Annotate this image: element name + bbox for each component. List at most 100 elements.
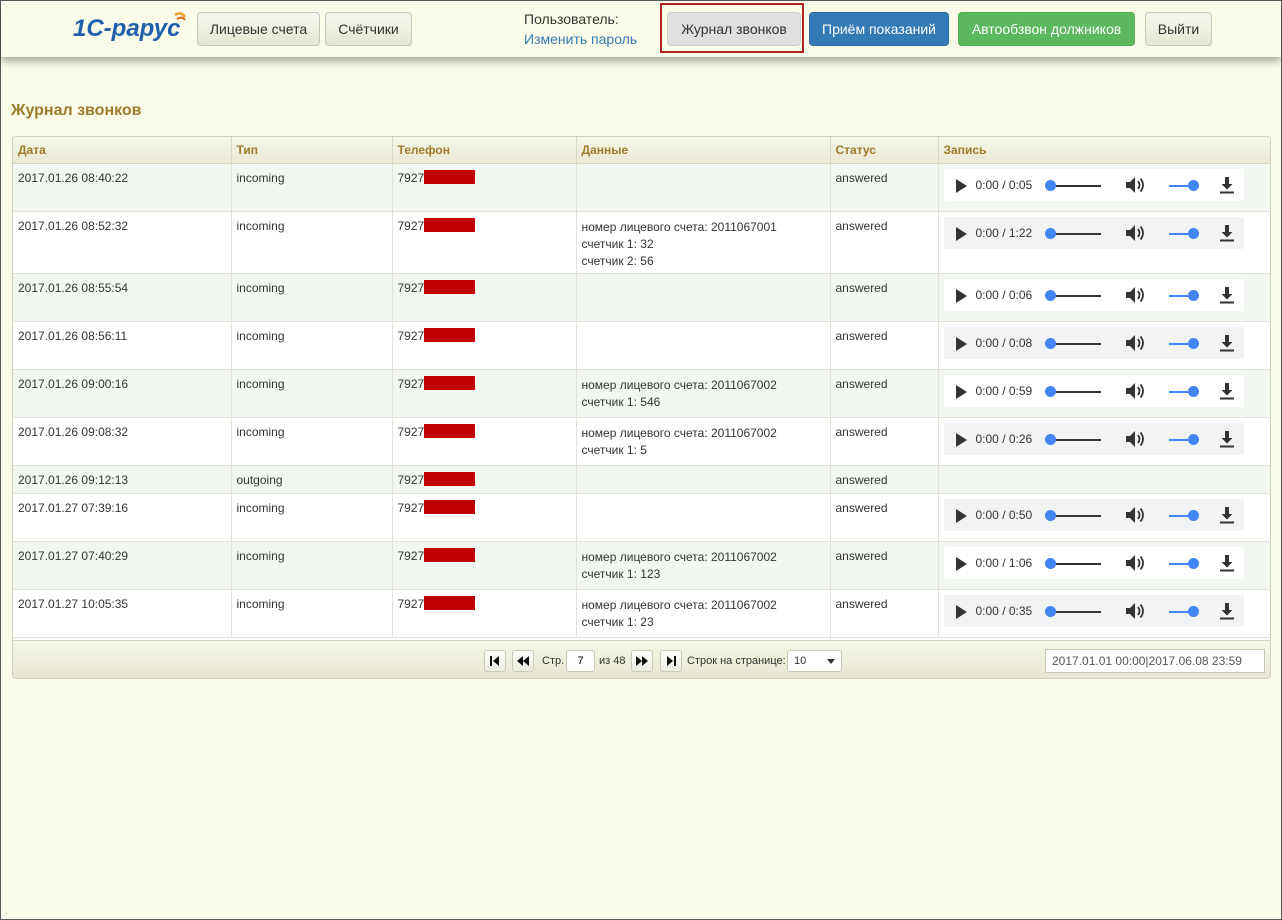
- download-icon[interactable]: [1218, 224, 1236, 242]
- volume-handle[interactable]: [1187, 605, 1199, 617]
- play-icon[interactable]: [955, 178, 967, 193]
- logo-1c-rarus-icon[interactable]: 1С-рарус: [71, 9, 191, 43]
- table-row[interactable]: 2017.01.27 07:39:16 incoming 7927 answer…: [13, 493, 1270, 542]
- play-icon[interactable]: [955, 556, 967, 571]
- download-icon[interactable]: [1218, 554, 1236, 572]
- autodial-debtors-button[interactable]: Автообзвон должников: [958, 12, 1135, 46]
- seek-bar[interactable]: [1050, 232, 1101, 235]
- seek-handle[interactable]: [1044, 433, 1056, 445]
- seek-bar[interactable]: [1050, 610, 1101, 613]
- page-number-input[interactable]: [566, 650, 595, 672]
- seek-bar[interactable]: [1050, 562, 1101, 565]
- cell-status: answered: [830, 465, 939, 494]
- download-icon[interactable]: [1218, 382, 1236, 400]
- table-row[interactable]: 2017.01.26 09:00:16 incoming 7927 номер …: [13, 369, 1270, 418]
- last-page-button[interactable]: [660, 650, 682, 672]
- download-icon[interactable]: [1218, 286, 1236, 304]
- next-page-button[interactable]: [631, 650, 653, 672]
- cell-type: incoming: [231, 369, 393, 418]
- seek-handle[interactable]: [1044, 557, 1056, 569]
- download-icon[interactable]: [1218, 506, 1236, 524]
- volume-handle[interactable]: [1187, 433, 1199, 445]
- logout-button[interactable]: Выйти: [1145, 12, 1212, 46]
- data-line: счетчик 1: 5: [581, 442, 647, 457]
- change-password-link[interactable]: Изменить пароль: [524, 31, 637, 47]
- column-header-status[interactable]: Статус: [830, 137, 939, 164]
- column-header-date[interactable]: Дата: [13, 137, 232, 164]
- nav-meters-button[interactable]: Счётчики: [325, 12, 412, 46]
- first-page-button[interactable]: [484, 650, 506, 672]
- seek-bar[interactable]: [1050, 390, 1101, 393]
- volume-icon[interactable]: [1125, 382, 1145, 400]
- table-row[interactable]: 2017.01.26 08:40:22 incoming 7927 answer…: [13, 163, 1270, 212]
- play-icon[interactable]: [955, 288, 967, 303]
- column-header-phone[interactable]: Телефон: [392, 137, 577, 164]
- table-row[interactable]: 2017.01.27 10:05:35 incoming 7927 номер …: [13, 589, 1270, 638]
- volume-handle[interactable]: [1187, 227, 1199, 239]
- column-header-data[interactable]: Данные: [576, 137, 831, 164]
- seek-handle[interactable]: [1044, 227, 1056, 239]
- play-icon[interactable]: [955, 226, 967, 241]
- volume-icon[interactable]: [1125, 176, 1145, 194]
- volume-icon[interactable]: [1125, 224, 1145, 242]
- download-icon[interactable]: [1218, 430, 1236, 448]
- table-row[interactable]: 2017.01.26 09:08:32 incoming 7927 номер …: [13, 417, 1270, 466]
- column-header-type[interactable]: Тип: [231, 137, 393, 164]
- phone-redaction: [424, 499, 476, 514]
- table-row[interactable]: 2017.01.26 09:12:13 outgoing 7927 answer…: [13, 465, 1270, 494]
- volume-icon[interactable]: [1125, 602, 1145, 620]
- table-row[interactable]: 2017.01.26 08:56:11 incoming 7927 answer…: [13, 321, 1270, 370]
- cell-phone: 7927: [392, 163, 577, 212]
- rows-per-page-select[interactable]: 10: [787, 650, 842, 672]
- seek-bar[interactable]: [1050, 184, 1101, 187]
- download-icon[interactable]: [1218, 602, 1236, 620]
- volume-handle[interactable]: [1187, 557, 1199, 569]
- seek-handle[interactable]: [1044, 337, 1056, 349]
- download-icon[interactable]: [1218, 176, 1236, 194]
- volume-handle[interactable]: [1187, 179, 1199, 191]
- cell-date: 2017.01.26 09:08:32: [13, 417, 232, 466]
- seek-bar[interactable]: [1050, 438, 1101, 441]
- seek-handle[interactable]: [1044, 509, 1056, 521]
- table-row[interactable]: 2017.01.26 08:52:32 incoming 7927 номер …: [13, 211, 1270, 274]
- table-row[interactable]: 2017.01.27 07:40:29 incoming 7927 номер …: [13, 541, 1270, 590]
- call-log-button[interactable]: Журнал звонков: [667, 12, 801, 46]
- seek-handle[interactable]: [1044, 385, 1056, 397]
- download-icon[interactable]: [1218, 334, 1236, 352]
- column-header-record[interactable]: Запись: [938, 137, 1270, 164]
- cell-phone: 7927: [392, 417, 577, 466]
- phone-prefix: 7927: [397, 596, 425, 611]
- seek-bar[interactable]: [1050, 342, 1101, 345]
- svg-text:1С-рарус: 1С-рарус: [73, 15, 180, 42]
- seek-handle[interactable]: [1044, 289, 1056, 301]
- cell-record: 0:00 / 0:05: [938, 163, 1270, 212]
- data-line: счетчик 2: 56: [581, 253, 654, 268]
- seek-handle[interactable]: [1044, 179, 1056, 191]
- volume-icon[interactable]: [1125, 286, 1145, 304]
- volume-handle[interactable]: [1187, 385, 1199, 397]
- volume-icon[interactable]: [1125, 506, 1145, 524]
- cell-data: номер лицевого счета: 2011067002 счетчик …: [576, 417, 831, 466]
- phone-redaction: [424, 327, 476, 342]
- volume-icon[interactable]: [1125, 554, 1145, 572]
- volume-handle[interactable]: [1187, 509, 1199, 521]
- date-range-input[interactable]: [1045, 649, 1265, 673]
- nav-accounts-button[interactable]: Лицевые счета: [197, 12, 320, 46]
- play-icon[interactable]: [955, 384, 967, 399]
- prev-page-button[interactable]: [512, 650, 534, 672]
- volume-handle[interactable]: [1187, 337, 1199, 349]
- seek-bar[interactable]: [1050, 294, 1101, 297]
- table-row[interactable]: 2017.01.26 08:55:54 incoming 7927 answer…: [13, 273, 1270, 322]
- play-icon[interactable]: [955, 604, 967, 619]
- play-icon[interactable]: [955, 336, 967, 351]
- cell-status: answered: [830, 163, 939, 212]
- volume-icon[interactable]: [1125, 334, 1145, 352]
- volume-handle[interactable]: [1187, 289, 1199, 301]
- readings-button[interactable]: Приём показаний: [809, 12, 949, 46]
- table-header-row: Дата Тип Телефон Данные Статус Запись: [13, 137, 1270, 164]
- play-icon[interactable]: [955, 508, 967, 523]
- seek-bar[interactable]: [1050, 514, 1101, 517]
- seek-handle[interactable]: [1044, 605, 1056, 617]
- play-icon[interactable]: [955, 432, 967, 447]
- volume-icon[interactable]: [1125, 430, 1145, 448]
